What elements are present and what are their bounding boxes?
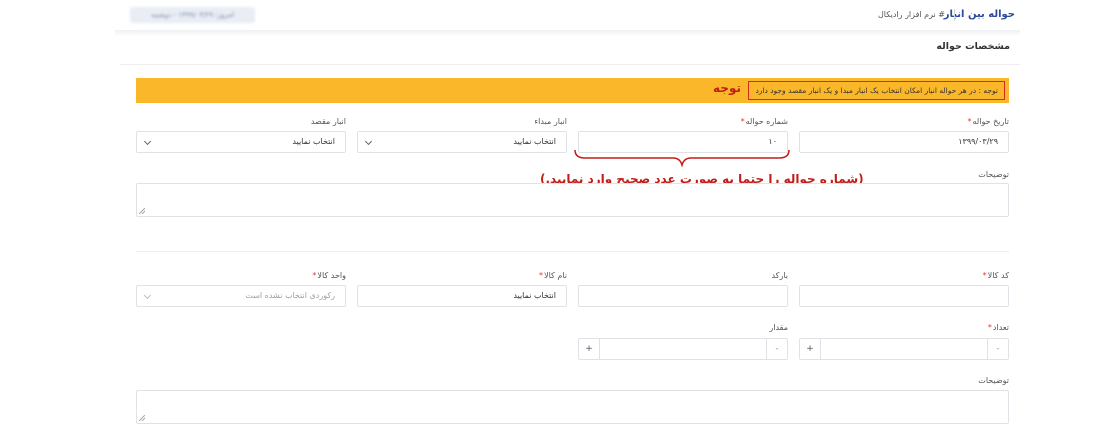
increment-button[interactable]: +: [579, 339, 600, 359]
desc-label: توضیحات: [978, 170, 1009, 179]
date-value: ۱۳۹۹/۰۳/۲۹: [958, 137, 998, 146]
number-label-text: شماره حواله: [745, 117, 788, 126]
dest-value: انتخاب نمایید: [292, 137, 335, 146]
code-input[interactable]: [799, 285, 1009, 307]
dest-select[interactable]: انتخاب نمایید: [136, 131, 346, 153]
notice-message: توجه : در هر حواله انبار امکان انتخاب یک…: [748, 81, 1005, 100]
notice-banner: توجه : در هر حواله انبار امکان انتخاب یک…: [136, 78, 1009, 103]
decrement-button[interactable]: -: [766, 339, 787, 359]
required-mark: *: [740, 117, 745, 126]
annotation-brace: [574, 149, 790, 168]
amount-label: مقدار: [769, 323, 788, 332]
item-name-label-text: نام کالا: [544, 271, 567, 280]
required-mark: *: [987, 323, 992, 332]
code-label-text: کد کالا: [987, 271, 1009, 280]
unit-placeholder: رکوردی انتخاب نشده است: [245, 291, 335, 300]
notice-title: توجه: [713, 81, 741, 95]
required-mark: *: [539, 271, 544, 280]
date-chip: امروز: ۱۳۹۹/۰۳/۲۹ - دوشنبه: [130, 7, 255, 23]
amount-stepper[interactable]: - +: [578, 338, 788, 360]
increment-button[interactable]: +: [800, 339, 821, 359]
barcode-label: بارکد: [771, 271, 788, 280]
chevron-down-icon: [143, 137, 152, 146]
top-bar-shadow: [115, 30, 1020, 36]
source-value: انتخاب نمایید: [513, 137, 556, 146]
resize-grip-icon[interactable]: [139, 415, 145, 421]
required-mark: *: [312, 271, 317, 280]
item-name-label: نام کالا*: [539, 271, 567, 280]
date-label: تاریخ حواله*: [968, 117, 1010, 126]
section-divider: [136, 251, 1009, 252]
required-mark: *: [967, 117, 972, 126]
item-name-select[interactable]: انتخاب نمایید: [357, 285, 567, 307]
item-desc-label: توضیحات: [978, 376, 1009, 385]
unit-label-text: واحد کالا: [317, 271, 346, 280]
section-title: مشخصات حواله: [936, 41, 1010, 52]
date-input[interactable]: ۱۳۹۹/۰۳/۲۹: [799, 131, 1009, 153]
count-label-text: تعداد: [992, 323, 1009, 332]
item-desc-textarea[interactable]: [136, 390, 1009, 424]
chevron-down-icon: [364, 137, 373, 146]
barcode-input[interactable]: [578, 285, 788, 307]
decrement-button[interactable]: -: [987, 339, 1008, 359]
section-divider: [120, 64, 1020, 65]
count-label: تعداد*: [988, 323, 1009, 332]
source-select[interactable]: انتخاب نمایید: [357, 131, 567, 153]
required-mark: *: [982, 271, 987, 280]
breadcrumb[interactable]: # نرم افزار رادیکال: [878, 10, 945, 19]
code-label: کد کالا*: [983, 271, 1009, 280]
chevron-down-icon: [143, 291, 152, 300]
dest-label: انبار مقصد: [310, 117, 346, 126]
unit-label: واحد کالا*: [312, 271, 346, 280]
resize-grip-icon[interactable]: [139, 208, 145, 214]
date-label-text: تاریخ حواله: [972, 117, 1010, 126]
desc-textarea[interactable]: [136, 183, 1009, 217]
number-label: شماره حواله*: [741, 117, 788, 126]
count-stepper[interactable]: - +: [799, 338, 1009, 360]
date-chip-text: امروز: ۱۳۹۹/۰۳/۲۹ - دوشنبه: [150, 11, 235, 19]
item-name-value: انتخاب نمایید: [513, 291, 556, 300]
unit-select[interactable]: رکوردی انتخاب نشده است: [136, 285, 346, 307]
breadcrumb-divider: [954, 9, 955, 21]
source-label: انبار مبداء: [534, 117, 567, 126]
